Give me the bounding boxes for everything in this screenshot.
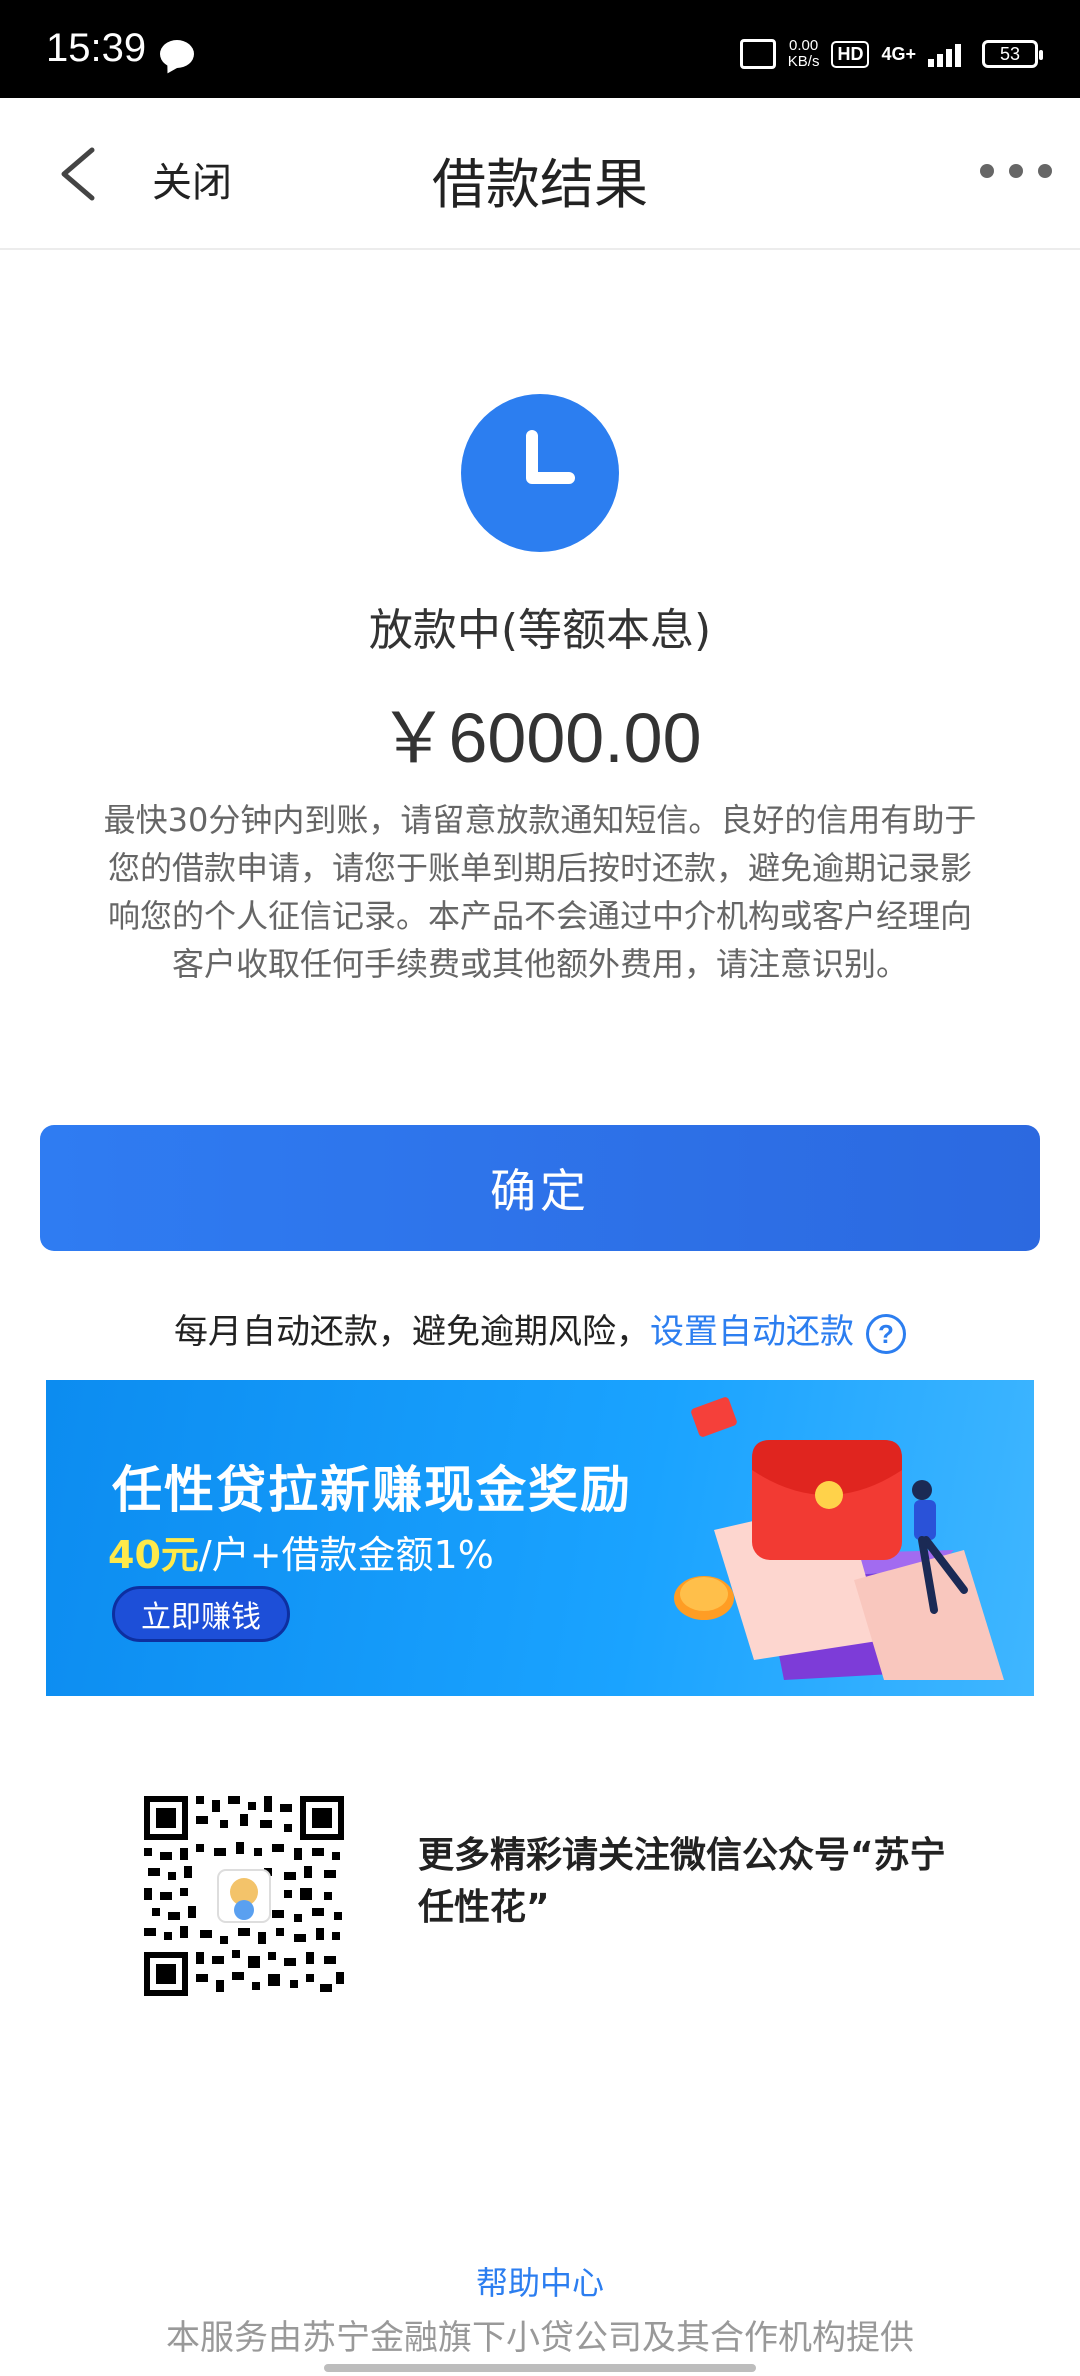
loan-notice: 最快30分钟内到账，请留意放款通知短信。良好的信用有助于您的借款申请，请您于账单… — [103, 801, 977, 983]
more-dot — [1009, 164, 1023, 178]
clock-hands — [526, 430, 575, 484]
battery-icon: 53 — [982, 40, 1043, 68]
more-dots-icon[interactable] — [980, 156, 1052, 186]
status-icons: 0.00 KB/s HD 4G+ 53 — [739, 34, 1043, 74]
qr-follow-text: 更多精彩请关注微信公众号“苏宁任性花” — [418, 1835, 946, 1928]
banner-reward-rest: /户+借款金额1% — [198, 1533, 494, 1577]
chevron-left-icon[interactable] — [56, 146, 104, 202]
status-time: 15:39 — [46, 26, 147, 70]
close-button[interactable]: 关闭 — [152, 150, 232, 208]
earn-now-button[interactable]: 立即赚钱 — [112, 1586, 290, 1642]
auto-repay-text: 每月自动还款，避免逾期风险， — [174, 1312, 650, 1352]
help-center-link[interactable]: 帮助中心 — [0, 2258, 1080, 2304]
qr-code-icon — [144, 1796, 344, 1996]
question-circle-icon[interactable]: ? — [866, 1313, 906, 1354]
status-bar: 15:39 0.00 KB/s HD 4G+ 53 — [0, 0, 1080, 98]
auto-repay-row: 每月自动还款，避免逾期风险，设置自动还款? — [0, 1304, 1080, 1354]
loan-amount: ￥6000.00 — [378, 699, 702, 777]
network-speed-unit: KB/s — [787, 53, 820, 70]
hd-badge: HD — [831, 40, 870, 68]
set-auto-repay-link[interactable]: 设置自动还款 — [650, 1312, 854, 1352]
more-dot — [1038, 164, 1052, 178]
promo-banner[interactable]: 任性贷拉新赚现金奖励 40元/户+借款金额1% 立即赚钱 — [46, 1380, 1034, 1696]
clock-icon — [461, 394, 619, 552]
home-indicator[interactable] — [324, 2364, 756, 2372]
banner-reward-highlight: 40元 — [108, 1533, 199, 1577]
loan-status: 放款中(等额本息) — [368, 605, 712, 656]
more-dot — [980, 164, 994, 178]
message-notification-icon — [160, 40, 194, 68]
banner-headline: 任性贷拉新赚现金奖励 — [112, 1461, 632, 1519]
signal-4g-label: 4G+ — [881, 44, 916, 64]
banner-reward: 40元/户+借款金额1% — [108, 1524, 494, 1579]
confirm-button[interactable]: 确定 — [40, 1125, 1040, 1251]
network-speed: 0.00 KB/s — [788, 38, 820, 70]
red-envelope-gift-icon — [674, 1397, 1004, 1680]
network-speed-value: 0.00 — [789, 37, 819, 54]
nav-bar: 关闭 借款结果 — [0, 98, 1080, 250]
signal-bars-icon — [928, 44, 961, 67]
service-provider-text: 本服务由苏宁金融旗下小贷公司及其合作机构提供 — [166, 2318, 914, 2358]
vibrate-icon — [739, 39, 776, 69]
